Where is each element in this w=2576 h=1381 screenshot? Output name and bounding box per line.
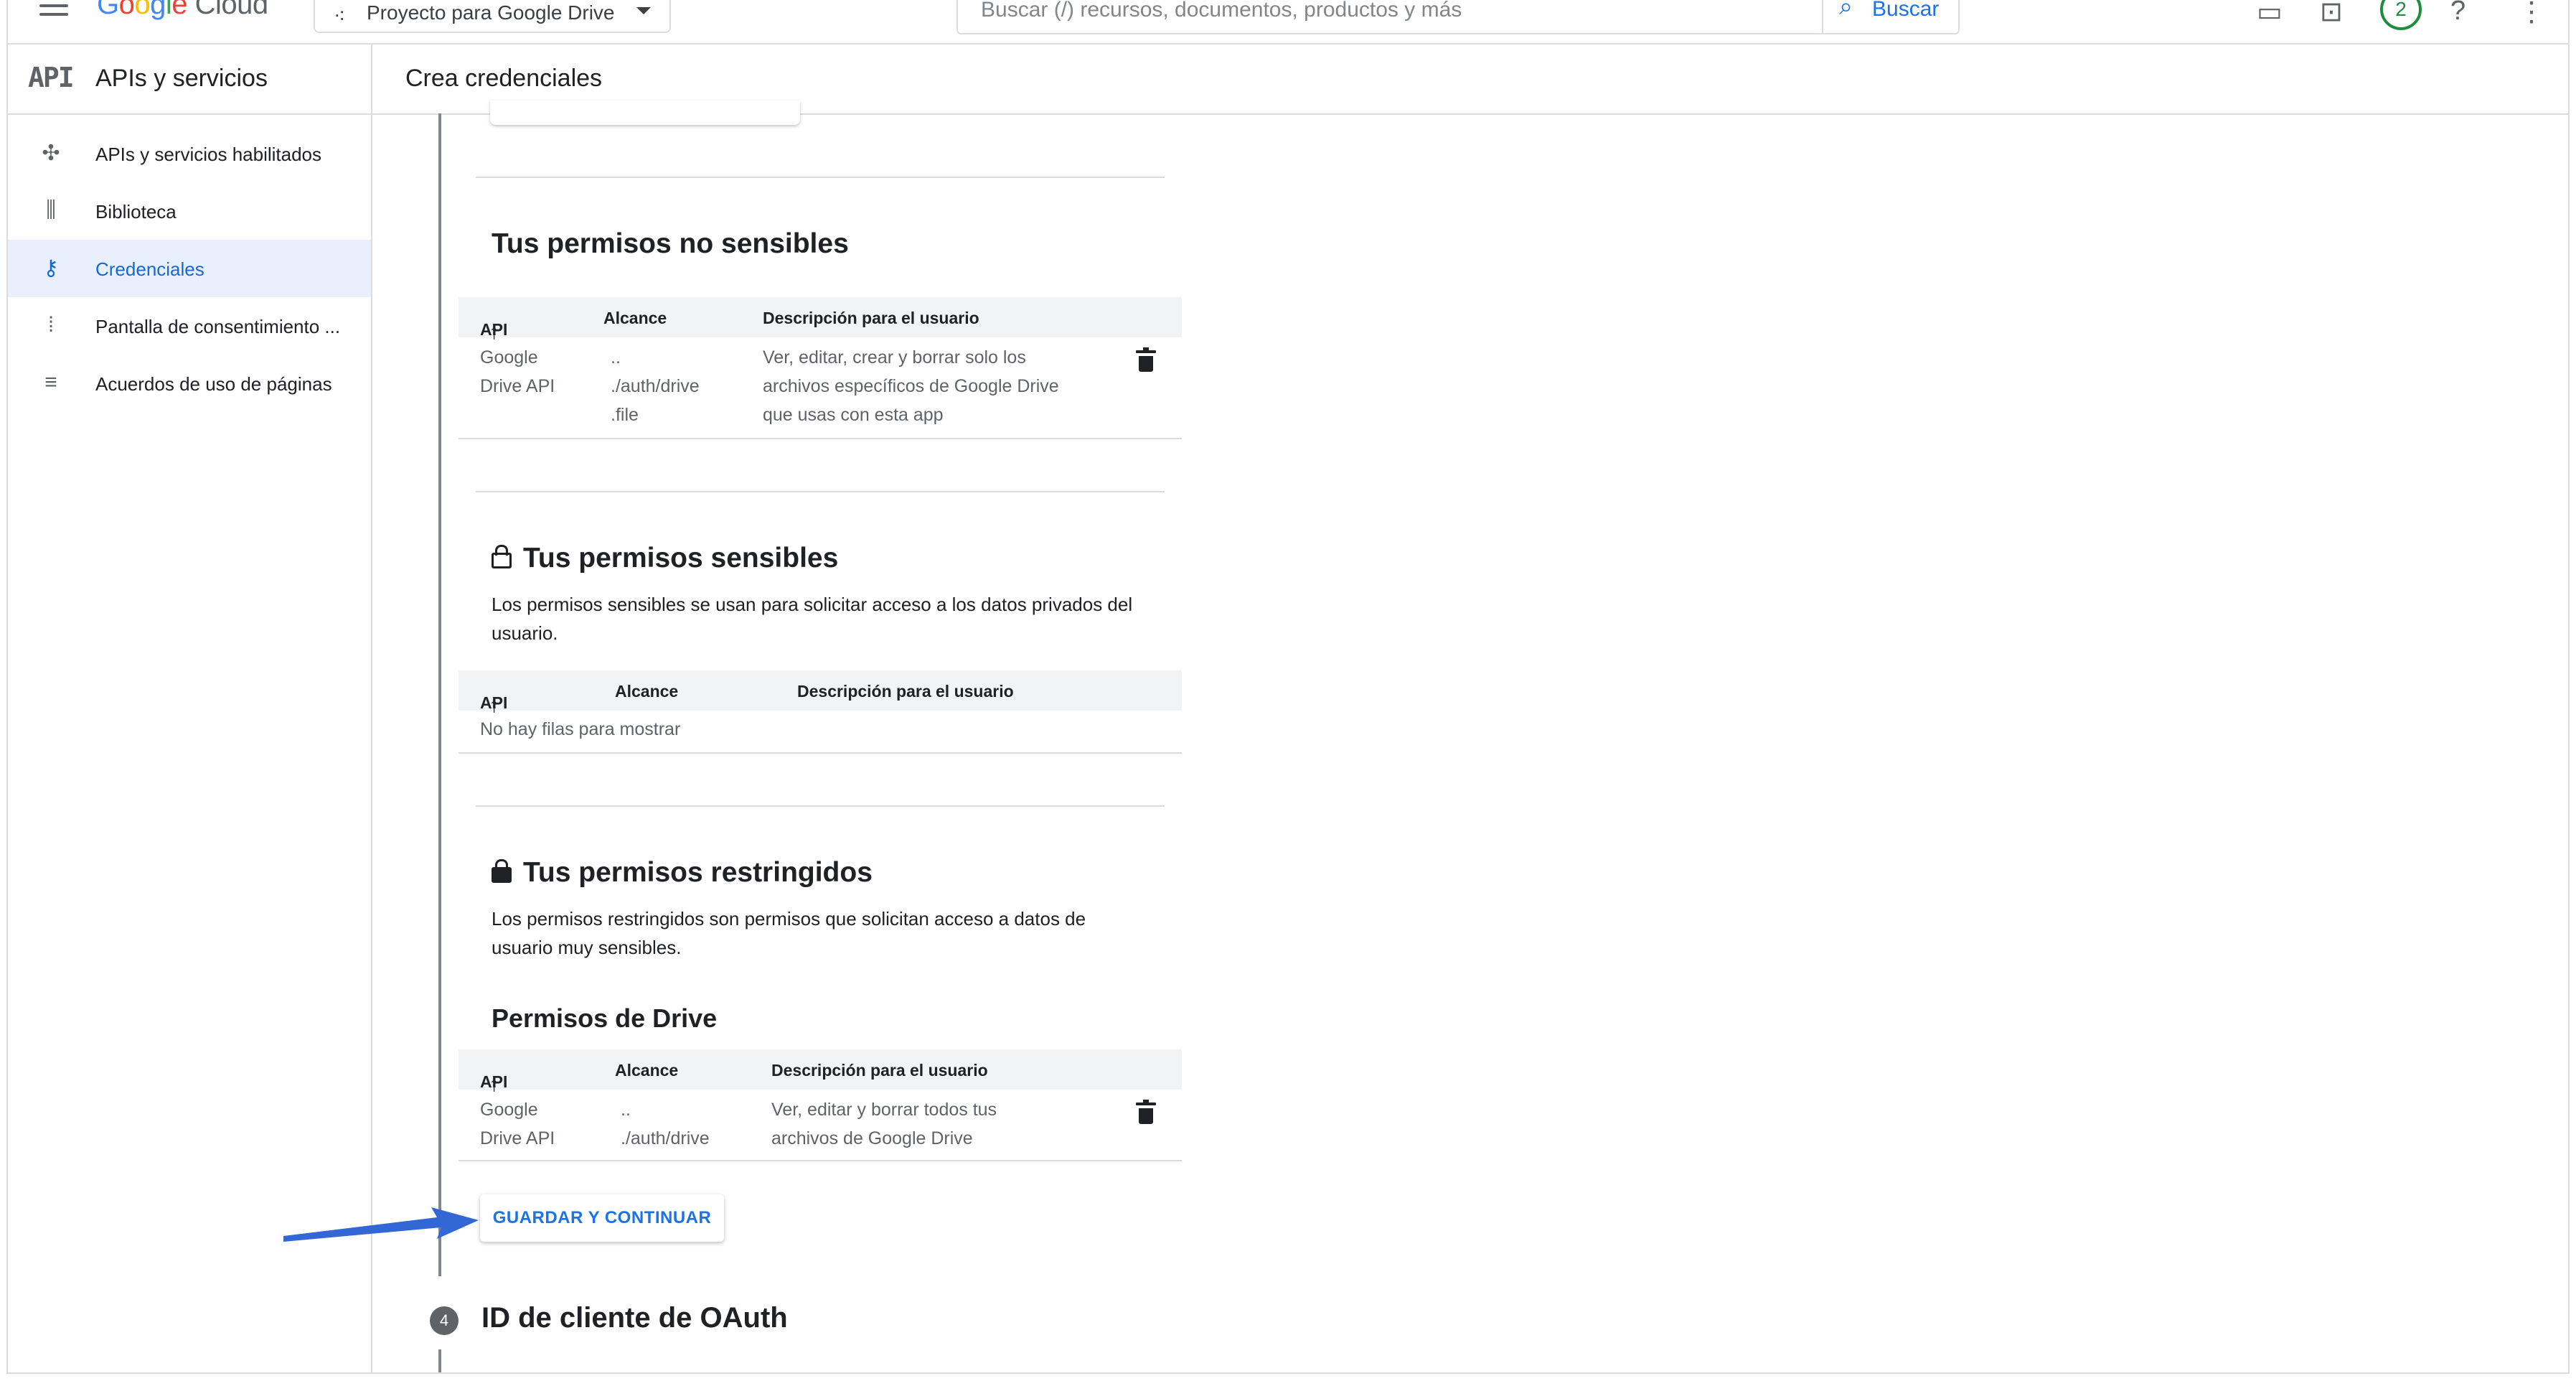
column-header-scope: Alcance [603, 309, 667, 327]
cell-scope: .. ./auth/drive .file [611, 347, 700, 425]
app-window: Google Cloud ⁖ Proyecto para Google Driv… [6, 0, 2570, 1374]
annotation-arrow-icon [283, 1207, 479, 1242]
divider [476, 177, 1165, 178]
chat-icon[interactable]: ▭ [2257, 0, 2283, 28]
sidebar-item-page-agreements[interactable]: ≡ Acuerdos de uso de páginas [8, 355, 371, 412]
search-icon: ⌕ [1839, 0, 1853, 20]
column-header-scope: Alcance [615, 682, 679, 701]
table-row: Google Drive API .. ./auth/drive .file Ver,… [459, 339, 1182, 439]
cell-api: Google Drive API [480, 1100, 555, 1148]
key-icon: ⚷ [43, 256, 59, 280]
menu-icon[interactable] [39, 0, 68, 17]
search-button[interactable]: ⌕ Buscar [1822, 0, 1958, 33]
page-agreements-icon: ≡ [44, 370, 57, 394]
empty-message: No hay filas para mostrar [480, 719, 681, 739]
sidebar-item-consent-screen[interactable]: ⁞ Pantalla de consentimiento ... [8, 297, 371, 355]
divider [476, 491, 1165, 492]
sidebar-item-label: Pantalla de consentimiento ... [95, 316, 341, 337]
cell-api: Google Drive API [480, 347, 555, 396]
page-title: Crea credenciales [405, 65, 603, 92]
delete-icon[interactable] [1136, 347, 1156, 372]
search-button-label: Buscar [1872, 0, 1940, 21]
library-icon: ⫼ [46, 198, 56, 222]
non-sensitive-title: Tus permisos no sensibles [492, 228, 849, 259]
lock-icon [492, 859, 512, 883]
help-icon[interactable]: ? [2450, 0, 2465, 27]
column-header-description: Descripción para el usuario [763, 309, 979, 327]
search-bar: ⌕ Buscar [956, 0, 1960, 34]
step-title-oauth[interactable]: ID de cliente de OAuth [481, 1302, 788, 1334]
column-header-scope: Alcance [615, 1061, 679, 1080]
sidebar-item-label: APIs y servicios habilitados [95, 144, 322, 165]
column-header-description: Descripción para el usuario [797, 682, 1014, 701]
table-row-empty: No hay filas para mostrar [459, 712, 1182, 754]
scrolled-button-edge [490, 100, 800, 125]
api-logo: API [28, 62, 75, 93]
save-and-continue-button[interactable]: GUARDAR Y CONTINUAR [480, 1194, 724, 1242]
lock-open-icon [492, 545, 512, 568]
cell-scope: .. ./auth/drive [621, 1100, 710, 1148]
project-selector[interactable]: ⁖ Proyecto para Google Drive [314, 0, 671, 33]
sensitive-description: Los permisos sensibles se usan para soli… [492, 594, 1133, 644]
notifications-badge[interactable]: 2 [2380, 0, 2422, 30]
google-cloud-logo[interactable]: Google Cloud [97, 0, 268, 21]
cell-description: Ver, editar, crear y borrar solo los arch… [763, 347, 1059, 425]
sidebar-item-label: Biblioteca [95, 201, 177, 223]
restricted-description: Los permisos restringidos son permisos q… [492, 908, 1086, 958]
stepper-line [438, 1349, 441, 1372]
apis-enabled-icon: ✣ [42, 141, 60, 165]
search-input[interactable] [979, 0, 1808, 23]
sidebar-item-label: Acuerdos de uso de páginas [95, 373, 332, 395]
chevron-down-icon [636, 7, 651, 14]
project-name: Proyecto para Google Drive [367, 1, 615, 24]
delete-icon[interactable] [1136, 1100, 1156, 1124]
side-nav-header: API APIs y servicios [8, 45, 371, 115]
stepper-line [438, 113, 441, 1276]
sidebar-item-label: Credenciales [95, 258, 205, 280]
project-icon: ⁖ [334, 5, 346, 27]
sidebar-item-library[interactable]: ⫼ Biblioteca [8, 182, 371, 240]
sensitive-title: Tus permisos sensibles [492, 543, 838, 574]
table-header: API ↑ Alcance Descripción para el usuario [459, 670, 1182, 717]
step-number-badge: 4 [430, 1306, 459, 1335]
sidebar-item-enabled-apis[interactable]: ✣ APIs y servicios habilitados [8, 125, 371, 182]
table-header: API ↑ Alcance Descripción para el usuario [459, 297, 1182, 344]
column-header-description: Descripción para el usuario [771, 1061, 988, 1080]
more-vert-icon[interactable]: ⋮ [2518, 0, 2545, 28]
cloud-shell-icon[interactable]: ⊡ [2320, 0, 2343, 28]
divider [476, 805, 1165, 807]
cell-description: Ver, editar y borrar todos tus archivos d… [771, 1100, 997, 1148]
restricted-title: Tus permisos restringidos [492, 857, 873, 889]
table-row: Google Drive API .. ./auth/drive Ver, edit… [459, 1091, 1182, 1161]
side-nav: API APIs y servicios ✣ APIs y servicios … [8, 45, 372, 1372]
drive-permissions-subtitle: Permisos de Drive [492, 1003, 718, 1033]
sidebar-item-credentials[interactable]: ⚷ Credenciales [8, 240, 371, 297]
table-header: API ↑ Alcance Descripción para el usuario [459, 1049, 1182, 1096]
consent-screen-icon: ⁞ [47, 313, 55, 337]
side-nav-title: APIs y servicios [95, 65, 268, 92]
top-bar: Google Cloud ⁖ Proyecto para Google Driv… [8, 0, 2568, 45]
